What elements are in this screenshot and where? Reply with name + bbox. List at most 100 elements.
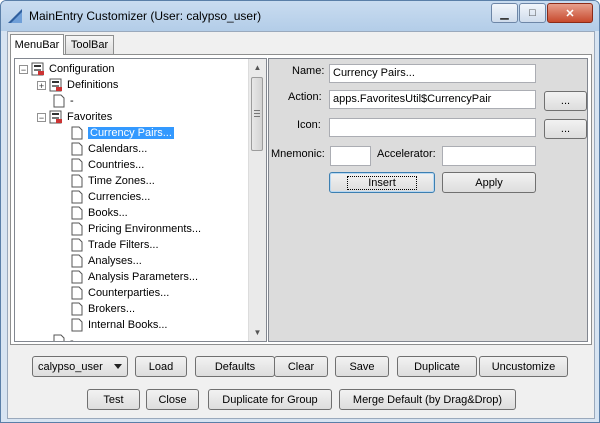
tree-node-label: Brokers... [88, 303, 136, 315]
tree-node-label: Internal Books... [88, 319, 168, 331]
close-button[interactable]: Close [146, 389, 199, 410]
name-field[interactable]: Currency Pairs... [329, 64, 536, 83]
mnemonic-label: Mnemonic: [271, 148, 325, 160]
duplicate-button[interactable]: Duplicate [397, 356, 477, 377]
load-button[interactable]: Load [135, 356, 187, 377]
tree-item-analysis-parameters[interactable]: Analysis Parameters... [71, 269, 198, 285]
document-icon [71, 270, 83, 284]
tree-node-trailing-separator[interactable]: - [53, 333, 74, 341]
tree-node-label: Favorites [67, 111, 113, 123]
scroll-up-button[interactable]: ▲ [249, 59, 266, 76]
defaults-button-label: Defaults [214, 360, 256, 373]
duplicate-button-label: Duplicate [414, 360, 460, 373]
tree-node-label: Configuration [49, 63, 115, 75]
save-button[interactable]: Save [335, 356, 389, 377]
title-bar[interactable]: MainEntry Customizer (User: calypso_user… [1, 1, 599, 31]
document-icon [71, 302, 83, 316]
tree-item-counterparties[interactable]: Counterparties... [71, 285, 169, 301]
item-editor-panel: Name: Currency Pairs... Action: apps.Fav… [268, 58, 588, 342]
document-icon [71, 222, 83, 236]
tree-vertical-scrollbar[interactable]: ▲ ▼ [248, 59, 266, 341]
chevron-down-icon [114, 364, 122, 369]
tree-item-countries[interactable]: Countries... [71, 157, 144, 173]
tree-node-favorites[interactable]: − Favorites [37, 109, 112, 125]
apply-button-label: Apply [475, 176, 503, 189]
tree-item-pricing-environments[interactable]: Pricing Environments... [71, 221, 201, 237]
document-icon [53, 94, 65, 108]
document-icon [71, 158, 83, 172]
customizer-window: MainEntry Customizer (User: calypso_user… [0, 0, 600, 423]
menu-folder-icon [49, 110, 62, 124]
document-icon [71, 286, 83, 300]
clear-button-label: Clear [287, 360, 315, 373]
tree-node-label: Definitions [67, 79, 119, 91]
document-icon [53, 334, 65, 341]
icon-field[interactable] [329, 118, 536, 137]
scroll-down-button[interactable]: ▼ [249, 324, 266, 341]
tree-node-label: Analyses... [88, 255, 142, 267]
tree-node-label: Calendars... [88, 143, 148, 155]
load-button-label: Load [148, 360, 174, 373]
tree-node-label: Trade Filters... [88, 239, 159, 251]
defaults-button[interactable]: Defaults [195, 356, 275, 377]
tab-menubar[interactable]: MenuBar [10, 34, 64, 55]
document-icon [71, 206, 83, 220]
tab-toolbar[interactable]: ToolBar [65, 35, 114, 54]
accelerator-field[interactable] [442, 146, 536, 166]
tree-item-calendars[interactable]: Calendars... [71, 141, 147, 157]
merge-default-button[interactable]: Merge Default (by Drag&Drop) [339, 389, 516, 410]
collapse-icon[interactable]: − [37, 112, 46, 122]
user-select[interactable]: calypso_user [32, 356, 128, 377]
action-browse-button[interactable]: ... [544, 91, 587, 111]
accelerator-label: Accelerator: [377, 148, 436, 160]
minimize-button[interactable]: ▁ [491, 3, 518, 23]
scroll-thumb[interactable] [251, 77, 263, 151]
tree-node-label: Pricing Environments... [88, 223, 202, 235]
action-field[interactable]: apps.FavoritesUtil$CurrencyPair [329, 90, 536, 109]
close-window-button[interactable]: ✕ [547, 3, 593, 23]
close-button-label: Close [158, 393, 187, 406]
apply-button[interactable]: Apply [442, 172, 536, 193]
tree-item-trade-filters[interactable]: Trade Filters... [71, 237, 159, 253]
chevron-up-icon: ▲ [253, 63, 262, 72]
collapse-icon[interactable]: − [19, 64, 28, 74]
uncustomize-button-label: Uncustomize [491, 360, 556, 373]
insert-button[interactable]: Insert [329, 172, 435, 193]
test-button[interactable]: Test [87, 389, 140, 410]
duplicate-for-group-button-label: Duplicate for Group [222, 393, 318, 406]
tree-node-configuration[interactable]: − Configuration [19, 61, 114, 77]
mnemonic-field[interactable] [330, 146, 371, 166]
duplicate-for-group-button[interactable]: Duplicate for Group [208, 389, 332, 410]
expand-icon[interactable]: + [37, 80, 46, 90]
document-icon [71, 174, 83, 188]
tree-item-books[interactable]: Books... [71, 205, 128, 221]
document-icon [71, 254, 83, 268]
tree-node-separator[interactable]: - [53, 93, 74, 109]
tree-item-currencies[interactable]: Currencies... [71, 189, 150, 205]
action-label: Action: [288, 91, 322, 103]
tree-item-brokers[interactable]: Brokers... [71, 301, 135, 317]
tree-node-label: Time Zones... [88, 175, 155, 187]
chevron-down-icon: ▼ [253, 328, 262, 337]
tree-item-currency-pairs[interactable]: Currency Pairs... [71, 125, 174, 141]
merge-default-button-label: Merge Default (by Drag&Drop) [352, 393, 503, 406]
tree-node-label: Analysis Parameters... [88, 271, 199, 283]
menu-tree[interactable]: − Configuration + Definitions - − Favori… [14, 58, 267, 342]
icon-label: Icon: [297, 119, 321, 131]
uncustomize-button[interactable]: Uncustomize [479, 356, 568, 377]
icon-browse-button[interactable]: ... [544, 119, 587, 139]
tree-node-definitions[interactable]: + Definitions [37, 77, 118, 93]
main-content: MenuBar ToolBar − Configuration + Defini… [7, 31, 595, 419]
maximize-icon: □ [529, 7, 536, 19]
tree-item-time-zones[interactable]: Time Zones... [71, 173, 155, 189]
clear-button[interactable]: Clear [274, 356, 328, 377]
tree-item-analyses[interactable]: Analyses... [71, 253, 142, 269]
document-icon [71, 142, 83, 156]
tree-node-label: Counterparties... [88, 287, 170, 299]
maximize-button[interactable]: □ [519, 3, 546, 23]
document-icon [71, 126, 83, 140]
tree-node-label: - [70, 95, 74, 107]
tree-item-internal-books[interactable]: Internal Books... [71, 317, 168, 333]
menu-folder-icon [31, 62, 44, 76]
close-icon: ✕ [565, 7, 575, 20]
